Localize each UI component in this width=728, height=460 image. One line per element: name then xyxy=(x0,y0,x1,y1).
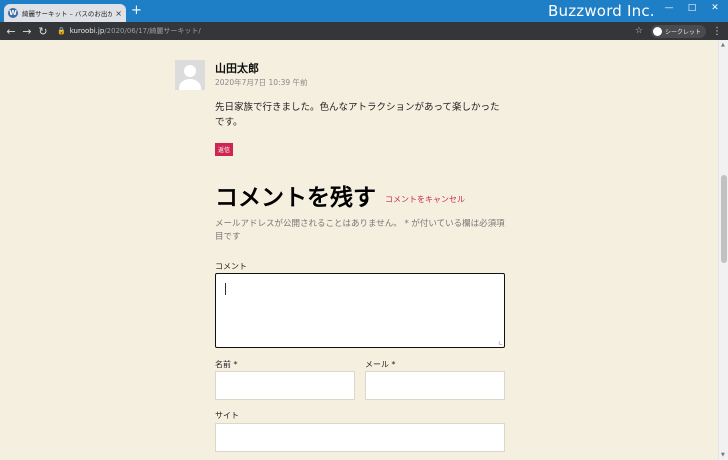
incognito-badge[interactable]: シークレット xyxy=(650,24,706,38)
incognito-icon xyxy=(652,26,662,36)
name-label: 名前 * xyxy=(215,360,238,369)
menu-icon[interactable]: ⋮ xyxy=(712,26,722,37)
address-bar[interactable]: kuroobi.jp/2020/06/17/綺麗サーキット/ xyxy=(70,26,201,36)
email-label: メール * xyxy=(365,360,396,369)
incognito-label: シークレット xyxy=(664,28,701,36)
lock-icon: 🔒 xyxy=(57,27,66,35)
comment-textarea[interactable]: ∟ xyxy=(215,273,505,348)
browser-tab[interactable]: W 綺麗サーキット – バスのお出かけブログ × xyxy=(4,4,126,22)
site-label: サイト xyxy=(215,411,239,420)
bookmark-star-icon[interactable]: ☆ xyxy=(635,26,643,36)
reload-icon[interactable]: ↻ xyxy=(35,25,51,38)
page-scrollbar[interactable]: ▲ ▼ xyxy=(718,40,728,460)
comment-author: 山田太郎 xyxy=(215,62,259,75)
resize-handle-icon[interactable]: ∟ xyxy=(498,341,503,347)
text-caret xyxy=(225,283,226,295)
avatar xyxy=(175,60,205,90)
tab-title: 綺麗サーキット – バスのお出かけブログ xyxy=(22,10,113,18)
url-path: /2020/06/17/綺麗サーキット/ xyxy=(104,27,201,35)
scroll-up-icon[interactable]: ▲ xyxy=(721,42,725,48)
new-tab-button[interactable]: + xyxy=(131,4,142,18)
email-input[interactable] xyxy=(365,371,505,400)
comment-label: コメント xyxy=(215,262,247,271)
minimize-icon[interactable]: — xyxy=(661,3,677,13)
scroll-down-icon[interactable]: ▼ xyxy=(721,452,725,458)
name-input[interactable] xyxy=(215,371,355,400)
window-titlebar: W 綺麗サーキット – バスのお出かけブログ × + Buzzword Inc.… xyxy=(0,0,728,22)
cancel-reply-link[interactable]: コメントをキャンセル xyxy=(385,194,465,205)
avatar-head xyxy=(184,65,196,77)
forward-icon[interactable]: → xyxy=(19,25,35,38)
comment-date[interactable]: 2020年7月7日 10:39 午前 xyxy=(215,77,308,88)
avatar-body xyxy=(179,79,201,90)
maximize-icon[interactable]: □ xyxy=(684,3,700,13)
browser-toolbar: ← → ↻ 🔒 kuroobi.jp/2020/06/17/綺麗サーキット/ ☆… xyxy=(0,22,728,40)
form-notes: メールアドレスが公開されることはありません。 * が付いている欄は必須項目です xyxy=(215,219,505,242)
close-tab-icon[interactable]: × xyxy=(115,9,122,18)
scrollbar-thumb[interactable] xyxy=(721,175,727,263)
back-icon[interactable]: ← xyxy=(3,25,19,38)
url-domain: kuroobi.jp xyxy=(69,27,105,35)
reply-button[interactable]: 返信 xyxy=(215,143,234,156)
comment-text: 先日家族で行きました。色んなアトラクションがあって楽しかったです。 xyxy=(215,102,500,128)
wordpress-icon: W xyxy=(8,8,18,18)
respond-title: コメントを残す xyxy=(215,185,376,211)
close-window-icon[interactable]: ✕ xyxy=(707,3,723,13)
brand-watermark: Buzzword Inc. xyxy=(548,2,655,20)
url-input[interactable] xyxy=(215,423,505,452)
